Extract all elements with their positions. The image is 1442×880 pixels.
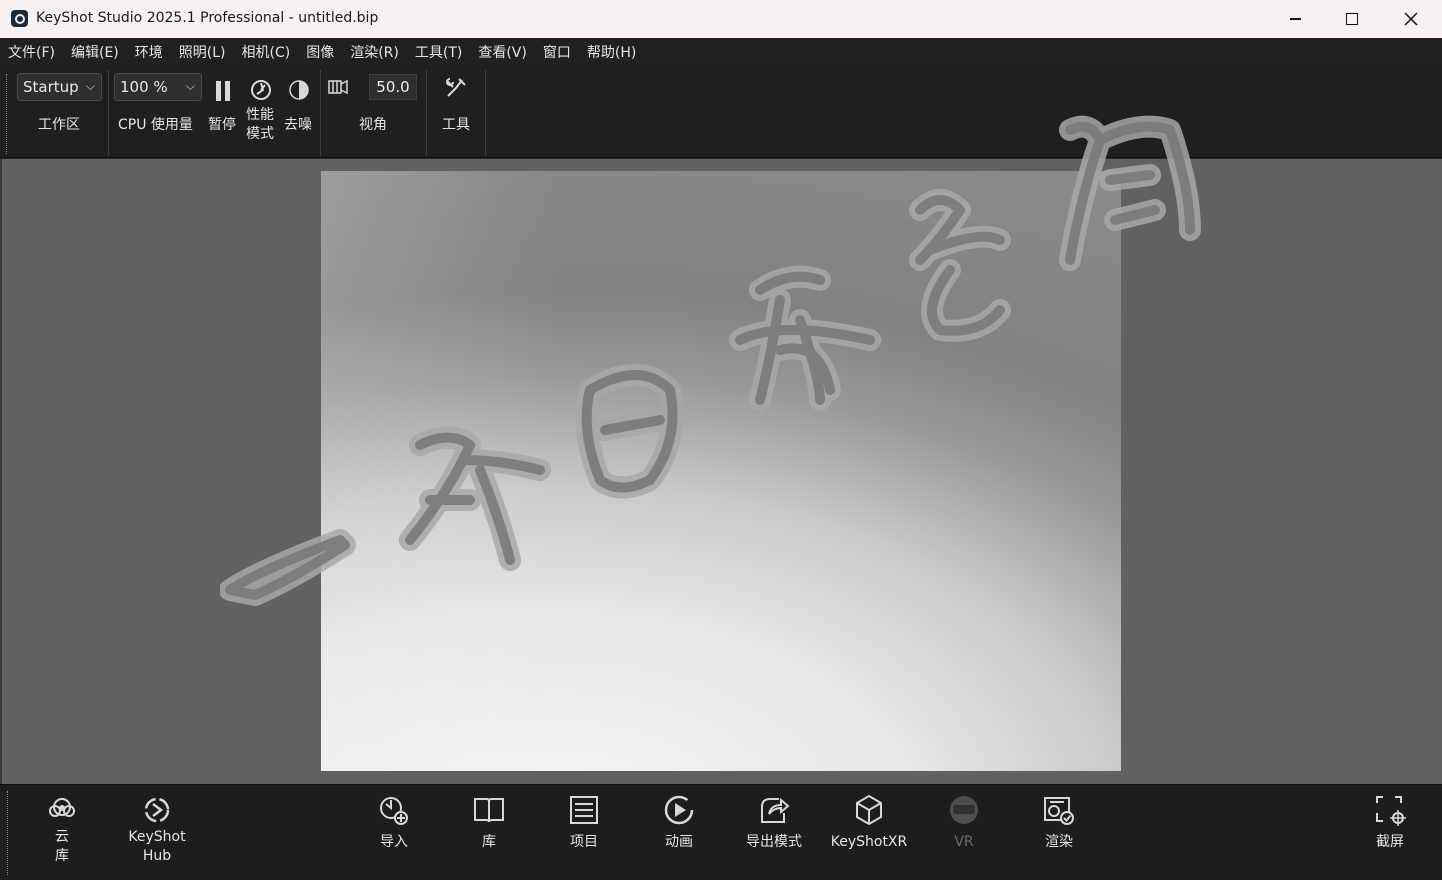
menu-tools[interactable]: 工具(T) bbox=[415, 42, 462, 62]
import-label: 导入 bbox=[380, 834, 408, 850]
tools-icon bbox=[446, 78, 466, 97]
keyshot-hub-label-line1: KeyShot bbox=[128, 829, 186, 845]
camera-view-icon[interactable] bbox=[327, 78, 349, 98]
tools-label: 工具 bbox=[442, 117, 470, 133]
menu-camera[interactable]: 相机(C) bbox=[242, 42, 291, 62]
project-button[interactable]: 项目 bbox=[539, 793, 629, 873]
bottom-toolbar-grip[interactable] bbox=[7, 791, 8, 875]
book-icon bbox=[474, 798, 504, 823]
library-button[interactable]: 库 bbox=[444, 793, 534, 873]
maximize-icon bbox=[1346, 13, 1358, 25]
keyshotxr-label: KeyShotXR bbox=[830, 834, 908, 850]
workspace-select[interactable]: Startup ⌵ bbox=[17, 73, 102, 101]
screenshot-icon bbox=[1376, 796, 1406, 826]
vr-label: VR bbox=[954, 834, 974, 850]
menu-lighting[interactable]: 照明(L) bbox=[179, 42, 226, 62]
toolbar-separator bbox=[485, 70, 486, 156]
toolbar-separator bbox=[108, 70, 109, 156]
menu-window[interactable]: 窗口 bbox=[543, 42, 571, 62]
menu-render[interactable]: 渲染(R) bbox=[350, 42, 399, 62]
maximize-button[interactable] bbox=[1323, 0, 1381, 38]
keyshot-hub-icon bbox=[144, 797, 170, 823]
toolbar-separator bbox=[320, 70, 321, 156]
menu-edit[interactable]: 编辑(E) bbox=[71, 42, 119, 62]
toolbar-separator bbox=[426, 70, 427, 156]
vr-headset-icon bbox=[950, 796, 978, 824]
cpu-usage-label: CPU 使用量 bbox=[118, 117, 193, 133]
cpu-usage-value: 100 % bbox=[120, 78, 168, 96]
bottom-ribbon: 云 库 KeyShot Hub 导入 库 项目 动画 导出模式 KeyShotX… bbox=[0, 784, 1442, 880]
library-label: 库 bbox=[482, 834, 496, 850]
export-mode-button[interactable]: 导出模式 bbox=[729, 793, 819, 873]
field-of-view-label: 视角 bbox=[359, 117, 387, 133]
keyshotxr-button[interactable]: KeyShotXR bbox=[824, 793, 914, 873]
project-label: 项目 bbox=[570, 834, 598, 850]
cloud-library-button[interactable]: 云 库 bbox=[17, 793, 107, 873]
field-of-view-input[interactable]: 50.0 bbox=[369, 74, 417, 100]
chevron-down-icon: ⌵ bbox=[85, 79, 95, 93]
share-icon bbox=[761, 797, 790, 823]
close-button[interactable] bbox=[1382, 0, 1440, 38]
chevron-down-icon: ⌵ bbox=[185, 79, 195, 93]
performance-mode-button[interactable]: 性能 模式 bbox=[243, 72, 279, 156]
minimize-icon bbox=[1289, 18, 1301, 20]
workspace-label: 工作区 bbox=[38, 117, 80, 133]
screenshot-button[interactable]: 截屏 bbox=[1345, 793, 1435, 873]
menu-help[interactable]: 帮助(H) bbox=[587, 42, 636, 62]
keyshot-hub-label-line2: Hub bbox=[142, 848, 172, 864]
keyshot-hub-button[interactable]: KeyShot Hub bbox=[112, 793, 202, 873]
menu-bar: 文件(F) 编辑(E) 环境 照明(L) 相机(C) 图像 渲染(R) 工具(T… bbox=[0, 38, 1442, 66]
vr-button[interactable]: VR bbox=[919, 793, 1009, 873]
window-title: KeyShot Studio 2025.1 Professional - unt… bbox=[36, 10, 379, 26]
denoise-label: 去噪 bbox=[284, 117, 312, 133]
cloud-library-label-line1: 云 bbox=[55, 829, 69, 845]
ribbon-toolbar: Startup ⌵ 工作区 100 % ⌵ CPU 使用量 暂停 性能 模式 去… bbox=[0, 66, 1442, 158]
real-time-render-canvas[interactable] bbox=[321, 171, 1121, 771]
render-label: 渲染 bbox=[1045, 834, 1073, 850]
close-icon bbox=[1404, 12, 1418, 26]
project-icon bbox=[570, 796, 598, 824]
cpu-usage-select[interactable]: 100 % ⌵ bbox=[114, 73, 202, 101]
cloud-library-icon bbox=[49, 798, 75, 817]
minimize-button[interactable] bbox=[1266, 0, 1324, 38]
menu-file[interactable]: 文件(F) bbox=[8, 42, 55, 62]
animation-label: 动画 bbox=[665, 834, 693, 850]
pause-button[interactable]: 暂停 bbox=[206, 72, 240, 152]
tools-button[interactable]: 工具 bbox=[432, 72, 480, 152]
animation-button[interactable]: 动画 bbox=[634, 793, 724, 873]
performance-mode-icon bbox=[251, 80, 271, 100]
screenshot-label: 截屏 bbox=[1376, 834, 1404, 850]
workspace-value: Startup bbox=[23, 78, 79, 96]
pause-icon bbox=[216, 81, 230, 101]
import-icon bbox=[380, 797, 408, 825]
performance-label-line2: 模式 bbox=[246, 126, 274, 142]
toolbar-grip[interactable] bbox=[6, 74, 7, 154]
cube-icon bbox=[856, 794, 882, 826]
menu-environment[interactable]: 环境 bbox=[135, 42, 163, 62]
keyshot-logo-icon bbox=[11, 10, 28, 27]
menu-view[interactable]: 查看(V) bbox=[478, 42, 527, 62]
denoise-icon bbox=[289, 80, 309, 100]
render-button[interactable]: 渲染 bbox=[1014, 793, 1104, 873]
menu-image[interactable]: 图像 bbox=[306, 42, 334, 62]
pause-label: 暂停 bbox=[208, 117, 236, 133]
render-icon bbox=[1044, 797, 1074, 825]
export-mode-label: 导出模式 bbox=[746, 834, 802, 850]
title-bar: KeyShot Studio 2025.1 Professional - unt… bbox=[0, 0, 1442, 38]
performance-label-line1: 性能 bbox=[246, 107, 274, 123]
cloud-library-label-line2: 库 bbox=[55, 848, 69, 864]
play-circle-icon bbox=[664, 795, 694, 825]
denoise-button[interactable]: 去噪 bbox=[282, 72, 318, 152]
app-window: KeyShot Studio 2025.1 Professional - unt… bbox=[0, 0, 1442, 880]
import-button[interactable]: 导入 bbox=[349, 793, 439, 873]
